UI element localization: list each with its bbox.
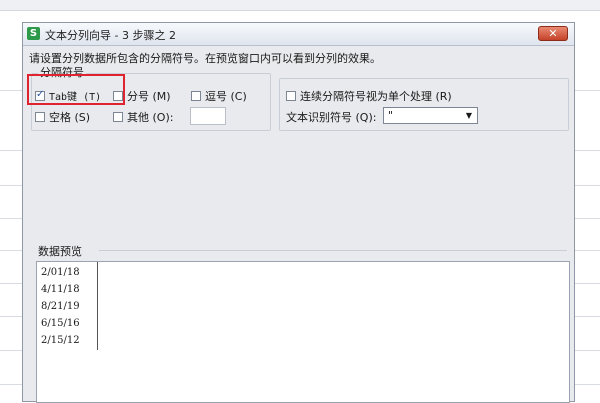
close-icon: ✕	[548, 27, 558, 40]
grid-line	[574, 150, 600, 151]
consecutive-option[interactable]: 连续分隔符号视为单个处理 (R)	[286, 88, 452, 104]
space-checkbox[interactable]	[35, 112, 45, 122]
consecutive-label: 连续分隔符号视为单个处理 (R)	[300, 90, 452, 103]
other-checkbox[interactable]	[113, 112, 123, 122]
preview-label: 数据预览	[38, 245, 82, 258]
space-label: 空格 (S)	[49, 111, 91, 124]
other-label: 其他 (O):	[127, 111, 174, 124]
dialog-titlebar[interactable]: S 文本分列向导 - 3 步骤之 2 ✕	[23, 23, 574, 46]
other-option[interactable]: 其他 (O):	[113, 109, 173, 125]
text-qualifier-select[interactable]: " ▼	[383, 107, 478, 124]
other-delimiter-input[interactable]	[190, 107, 226, 125]
grid-line	[574, 185, 600, 186]
close-button[interactable]: ✕	[538, 26, 568, 41]
wps-app-icon: S	[27, 27, 40, 40]
grid-line	[574, 90, 600, 91]
space-option[interactable]: 空格 (S)	[35, 109, 90, 125]
text-to-columns-dialog: S 文本分列向导 - 3 步骤之 2 ✕ 请设置分列数据所包含的分隔符号。在预览…	[22, 22, 575, 403]
semicolon-label: 分号 (M)	[127, 90, 171, 103]
grid-line	[574, 316, 600, 317]
comma-checkbox[interactable]	[191, 91, 201, 101]
preview-row: 4/11/18	[41, 284, 80, 295]
data-preview[interactable]: 2/01/18 4/11/18 8/21/19 6/15/16 2/15/12	[36, 261, 570, 403]
grid-line	[0, 384, 22, 385]
preview-row: 6/15/16	[41, 318, 80, 329]
grid-line	[574, 384, 600, 385]
grid-line	[574, 350, 600, 351]
grid-line	[0, 218, 22, 219]
dialog-title: 文本分列向导 - 3 步骤之 2	[45, 29, 176, 42]
spreadsheet-toolbar-edge	[0, 0, 600, 11]
grid-line	[0, 185, 22, 186]
preview-row: 2/15/12	[41, 335, 80, 346]
preview-row: 8/21/19	[41, 301, 80, 312]
preview-divider	[99, 250, 567, 251]
dropdown-arrow-icon: ▼	[465, 111, 472, 120]
preview-row: 2/01/18	[41, 267, 80, 278]
grid-line	[0, 150, 22, 151]
grid-line	[0, 250, 22, 251]
grid-line	[574, 250, 600, 251]
consecutive-checkbox[interactable]	[286, 91, 296, 101]
text-qualifier-label: 文本识别符号 (Q):	[286, 111, 377, 124]
text-qualifier-value: "	[388, 109, 394, 122]
grid-line	[574, 283, 600, 284]
grid-line	[0, 350, 22, 351]
grid-line	[574, 218, 600, 219]
grid-line	[0, 90, 22, 91]
comma-label: 逗号 (C)	[205, 90, 247, 103]
grid-line	[0, 283, 22, 284]
tab-highlight-box	[27, 74, 125, 105]
comma-option[interactable]: 逗号 (C)	[191, 88, 247, 104]
grid-line	[0, 316, 22, 317]
